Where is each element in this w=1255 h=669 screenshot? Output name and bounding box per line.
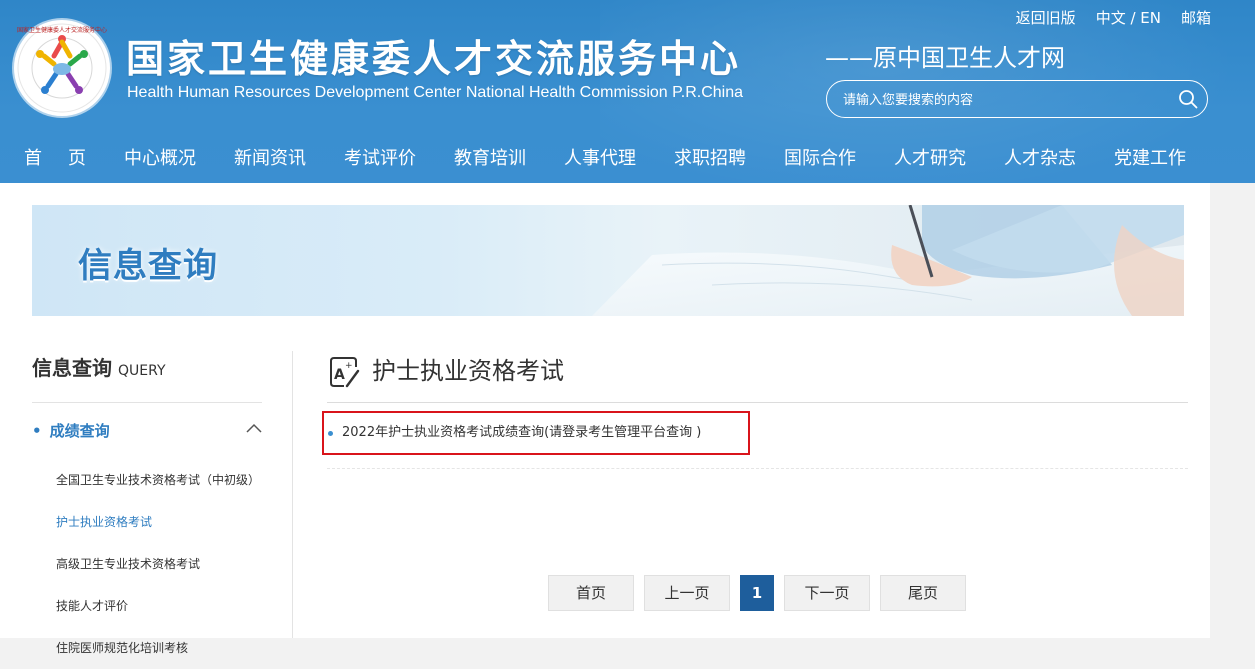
pager-first-button[interactable]: 首页 (548, 575, 634, 611)
list-item[interactable]: 2022年护士执业资格考试成绩查询(请登录考生管理平台查询 ) (322, 411, 1188, 469)
page-banner: 信息查询 (32, 205, 1184, 316)
sidebar-item-health-tech-qualification[interactable]: 全国卫生专业技术资格考试（中初级） (32, 459, 262, 501)
nav-news[interactable]: 新闻资讯 (234, 136, 306, 182)
search-icon[interactable] (1178, 89, 1198, 109)
banner-writing-hand-illustration (592, 205, 1184, 316)
site-header: 国家卫生健康委人才交流服务中心 国家卫生健康委人才交流服务中心 Health H… (0, 0, 1255, 183)
nav-job-recruitment[interactable]: 求职招聘 (674, 136, 746, 182)
banner-title: 信息查询 (78, 246, 218, 286)
nav-exam-evaluation[interactable]: 考试评价 (344, 136, 416, 182)
svg-text:国家卫生健康委人才交流服务中心: 国家卫生健康委人才交流服务中心 (17, 26, 107, 34)
nav-personnel-agency[interactable]: 人事代理 (564, 136, 636, 182)
sidebar-item-senior-health-tech[interactable]: 高级卫生专业技术资格考试 (32, 543, 262, 585)
nav-center-overview[interactable]: 中心概况 (124, 136, 196, 182)
nav-international-cooperation[interactable]: 国际合作 (784, 136, 856, 182)
pager-prev-button[interactable]: 上一页 (644, 575, 730, 611)
sidebar-category-label: 成绩查询 (49, 422, 110, 440)
section-header: A + 护士执业资格考试 (327, 353, 1188, 403)
svg-text:+: + (345, 361, 353, 371)
site-title-english: Health Human Resources Development Cente… (127, 84, 743, 101)
mailbox-link[interactable]: 邮箱 (1181, 7, 1211, 28)
sidebar-item-nurse-exam[interactable]: 护士执业资格考试 (32, 501, 262, 543)
old-version-link[interactable]: 返回旧版 (1016, 7, 1076, 28)
nav-party-building[interactable]: 党建工作 (1114, 136, 1186, 182)
nav-home[interactable]: 首页 (24, 136, 112, 182)
sidebar-item-resident-training[interactable]: 住院医师规范化培训考核 (32, 627, 262, 669)
chevron-up-icon[interactable] (246, 423, 262, 433)
sidebar-title: 信息查询 QUERY (32, 348, 262, 403)
main-panel: A + 护士执业资格考试 2022年护士执业资格考试成绩查询(请登录考生管理平台… (322, 353, 1188, 469)
pager-current-page[interactable]: 1 (740, 575, 774, 611)
site-subtitle: ——原中国卫生人才网 (825, 44, 1065, 72)
sidebar-category-score-query[interactable]: • 成绩查询 (32, 403, 262, 459)
nav-talent-magazine[interactable]: 人才杂志 (1004, 136, 1076, 182)
pager-next-button[interactable]: 下一页 (784, 575, 870, 611)
logo-emblem-icon: 国家卫生健康委人才交流服务中心 (17, 23, 107, 113)
article-list: 2022年护士执业资格考试成绩查询(请登录考生管理平台查询 ) (322, 411, 1188, 469)
nav-talent-research[interactable]: 人才研究 (894, 136, 966, 182)
search-input[interactable] (841, 89, 1165, 111)
main-nav: 首页 中心概况 新闻资讯 考试评价 教育培训 人事代理 求职招聘 国际合作 人才… (0, 136, 1255, 182)
sidebar-divider (292, 351, 293, 638)
list-item-link[interactable]: 2022年护士执业资格考试成绩查询(请登录考生管理平台查询 ) (342, 425, 701, 440)
content-area: 信息查询 信息查询 QUERY • 成绩查询 全国卫生专业技术资格考试（中初级） 护… (0, 183, 1210, 655)
pager-last-button[interactable]: 尾页 (880, 575, 966, 611)
sidebar-title-english: QUERY (118, 363, 166, 379)
sidebar-title-text: 信息查询 (32, 356, 112, 380)
sidebar: 信息查询 QUERY • 成绩查询 全国卫生专业技术资格考试（中初级） 护士执业资格… (32, 348, 262, 669)
nav-education-training[interactable]: 教育培训 (454, 136, 526, 182)
section-title: 护士执业资格考试 (372, 357, 564, 385)
top-links: 返回旧版 中文 / EN 邮箱 (1016, 7, 1211, 28)
language-switch-link[interactable]: 中文 / EN (1096, 7, 1161, 28)
bullet-dot-icon: • (32, 422, 42, 440)
list-bullet-icon (328, 431, 333, 436)
search-box (826, 80, 1208, 118)
site-logo[interactable]: 国家卫生健康委人才交流服务中心 (14, 20, 110, 116)
pagination: 首页 上一页 1 下一页 尾页 (548, 575, 966, 611)
edit-text-icon: A + (330, 357, 360, 388)
site-title: 国家卫生健康委人才交流服务中心 (126, 37, 742, 81)
sidebar-item-skill-evaluation[interactable]: 技能人才评价 (32, 585, 262, 627)
svg-text:A: A (334, 367, 345, 383)
